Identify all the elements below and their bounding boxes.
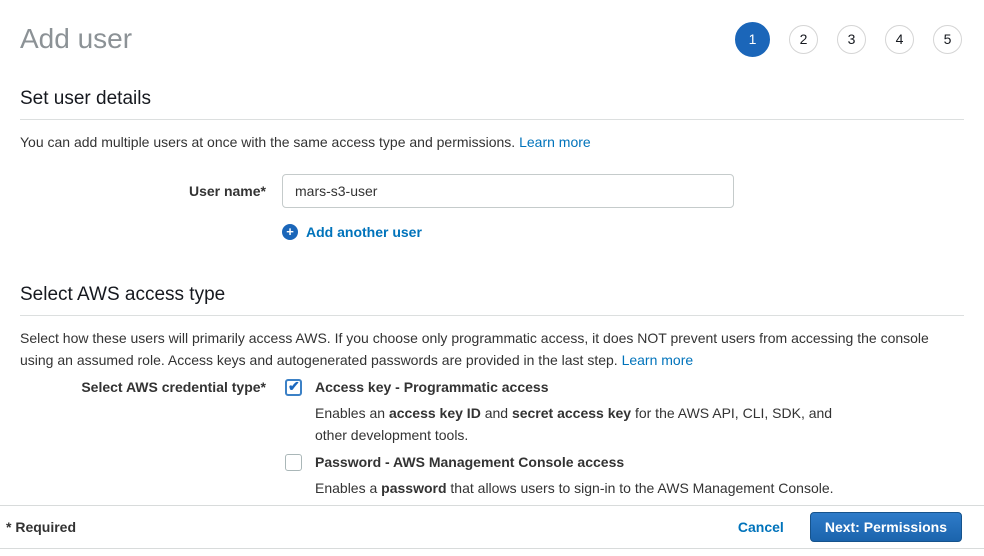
credential-type-label: Select AWS credential type* bbox=[20, 379, 266, 499]
wizard-footer: * Required Cancel Next: Permissions bbox=[0, 505, 984, 549]
username-label: User name* bbox=[20, 183, 266, 199]
learn-more-link-user-details[interactable]: Learn more bbox=[519, 134, 591, 150]
access-key-checkbox[interactable] bbox=[285, 379, 302, 396]
access-key-option-description: Enables an access key ID and secret acce… bbox=[315, 402, 867, 446]
username-input[interactable] bbox=[282, 174, 734, 208]
password-option-title[interactable]: Password - AWS Management Console access bbox=[315, 454, 834, 471]
password-option: Password - AWS Management Console access… bbox=[285, 454, 867, 499]
step-5: 5 bbox=[933, 25, 962, 54]
user-details-heading: Set user details bbox=[20, 88, 964, 120]
credential-type-row: Select AWS credential type* Access key -… bbox=[20, 379, 964, 499]
next-permissions-button[interactable]: Next: Permissions bbox=[810, 512, 962, 542]
desc-text-bold: access key ID bbox=[389, 405, 481, 421]
access-type-heading: Select AWS access type bbox=[20, 284, 964, 316]
access-type-description-text: Select how these users will primarily ac… bbox=[20, 330, 929, 368]
desc-text: Enables a bbox=[315, 480, 381, 496]
add-user-page: Add user 1 2 3 4 5 Set user details You … bbox=[0, 0, 984, 499]
access-key-option: Access key - Programmatic access Enables… bbox=[285, 379, 867, 446]
learn-more-link-access-type[interactable]: Learn more bbox=[622, 352, 694, 368]
user-details-description-text: You can add multiple users at once with … bbox=[20, 134, 515, 150]
add-another-user-label: Add another user bbox=[306, 224, 422, 240]
password-option-description: Enables a password that allows users to … bbox=[315, 477, 834, 499]
add-another-user-button[interactable]: + Add another user bbox=[282, 224, 422, 240]
footer-actions: Cancel Next: Permissions bbox=[738, 512, 962, 542]
desc-text: and bbox=[481, 405, 512, 421]
step-2: 2 bbox=[789, 25, 818, 54]
password-checkbox[interactable] bbox=[285, 454, 302, 471]
user-details-description: You can add multiple users at once with … bbox=[20, 131, 964, 153]
step-4: 4 bbox=[885, 25, 914, 54]
username-row: User name* bbox=[20, 174, 964, 208]
desc-text: that allows users to sign-in to the AWS … bbox=[447, 480, 834, 496]
cancel-button[interactable]: Cancel bbox=[738, 519, 784, 535]
plus-circle-icon: + bbox=[282, 224, 298, 240]
credential-options: Access key - Programmatic access Enables… bbox=[285, 379, 867, 499]
step-3: 3 bbox=[837, 25, 866, 54]
desc-text-bold: password bbox=[381, 480, 446, 496]
page-header: Add user 1 2 3 4 5 bbox=[20, 0, 964, 62]
user-details-section: Set user details You can add multiple us… bbox=[20, 88, 964, 240]
wizard-step-indicator: 1 2 3 4 5 bbox=[735, 22, 962, 57]
access-type-description: Select how these users will primarily ac… bbox=[20, 327, 964, 371]
desc-text: Enables an bbox=[315, 405, 389, 421]
access-key-option-title[interactable]: Access key - Programmatic access bbox=[315, 379, 867, 396]
desc-text-bold: secret access key bbox=[512, 405, 631, 421]
step-1: 1 bbox=[735, 22, 770, 57]
access-key-option-text: Access key - Programmatic access Enables… bbox=[315, 379, 867, 446]
access-type-section: Select AWS access type Select how these … bbox=[20, 284, 964, 499]
required-note: * Required bbox=[6, 519, 76, 535]
password-option-text: Password - AWS Management Console access… bbox=[315, 454, 834, 499]
page-title: Add user bbox=[20, 23, 132, 55]
